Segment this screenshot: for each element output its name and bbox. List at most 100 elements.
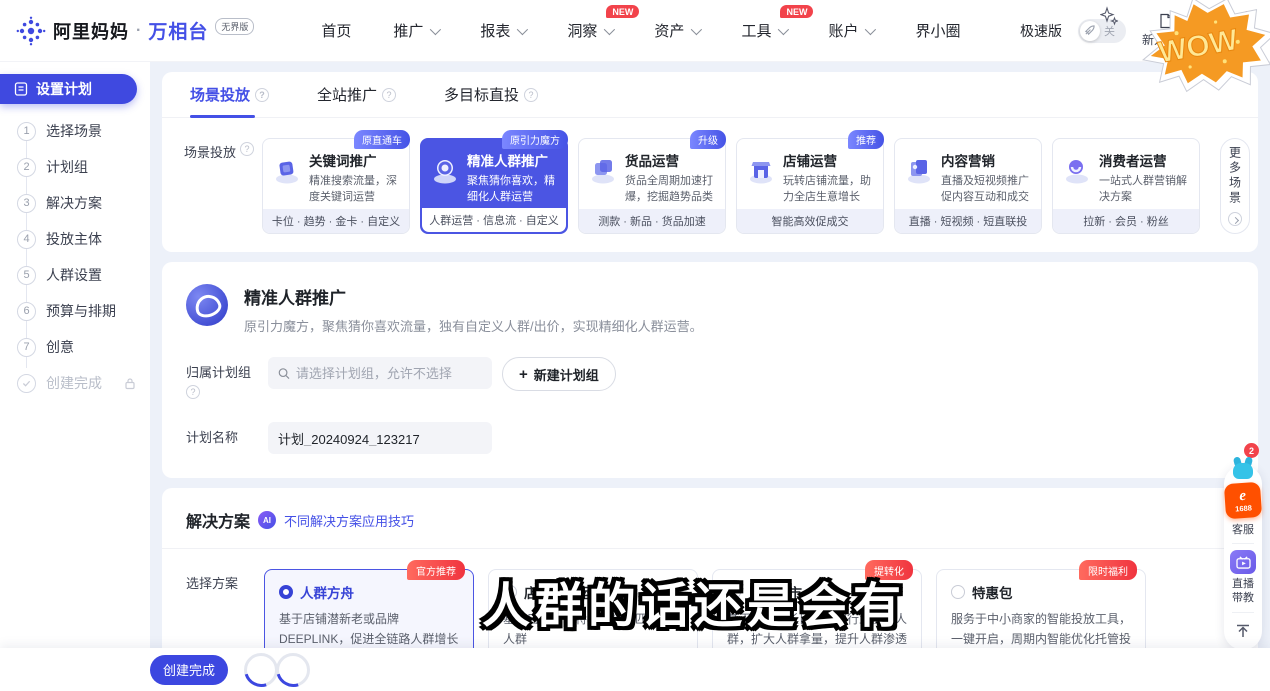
nav-item-account[interactable]: 账户 bbox=[807, 12, 894, 49]
sidebar-header-setup-plan[interactable]: 设置计划 bbox=[0, 74, 137, 104]
nav-item-jiexiaoquan[interactable]: 界小圈 bbox=[894, 12, 981, 49]
help-icon[interactable]: ? bbox=[382, 88, 396, 102]
chevron-down-icon bbox=[778, 23, 789, 34]
scene-card-audience[interactable]: 原引力魔方 精准人群推广聚焦猜你喜欢，精细化人群运营 人群运营 · 信息流 · … bbox=[420, 138, 568, 234]
plan-name-row: 计划名称 bbox=[186, 422, 1234, 454]
mail-icon bbox=[1222, 13, 1238, 29]
scene-tags: 测款 · 新品 · 货品加速 bbox=[579, 209, 725, 233]
solution-title: 解决方案 bbox=[186, 508, 250, 532]
tab-scene-launch[interactable]: 场景投放? bbox=[190, 72, 269, 117]
scene-badge: 推荐 bbox=[848, 130, 884, 149]
scene-card-shop[interactable]: 推荐 店铺运营玩转店铺流量，助力全店生意增长 智能高效促成交 bbox=[736, 138, 884, 234]
scene-badge: 原直通车 bbox=[354, 130, 410, 149]
step-select-scene[interactable]: 1选择场景 bbox=[17, 120, 150, 142]
radio-unselected[interactable] bbox=[951, 585, 965, 599]
new-plan-group-button[interactable]: + 新建计划组 bbox=[502, 357, 616, 391]
scene-card-consumer[interactable]: 消费者运营一站式人群营销解决方案 拉新 · 会员 · 粉丝 bbox=[1052, 138, 1200, 234]
tab-multi-goal[interactable]: 多目标直投? bbox=[444, 72, 538, 117]
scene-icon bbox=[1061, 154, 1093, 186]
progress-ring bbox=[276, 653, 310, 687]
scene-tags: 拉新 · 会员 · 粉丝 bbox=[1053, 209, 1199, 233]
scene-icon bbox=[745, 154, 777, 186]
progress-ring bbox=[244, 653, 278, 687]
nav-item-assets[interactable]: 资产 bbox=[633, 12, 720, 49]
nav-item-promotion[interactable]: 推广 bbox=[372, 12, 459, 49]
chevron-down-icon bbox=[691, 23, 702, 34]
mascot-icon[interactable]: 2 bbox=[1231, 459, 1255, 481]
scene-icon bbox=[587, 154, 619, 186]
brand-1688-service-button[interactable]: e 1688 bbox=[1224, 482, 1262, 519]
scene-tags: 人群运营 · 信息流 · 自定义 bbox=[422, 208, 566, 232]
step-budget[interactable]: 6预算与排期 bbox=[17, 300, 150, 322]
scene-icon bbox=[271, 154, 303, 186]
solution-tips-link[interactable]: 不同解决方案应用技巧 bbox=[284, 511, 414, 530]
chevron-down-icon bbox=[865, 23, 876, 34]
scene-card-goods[interactable]: 升级 货品运营货品全周期加速打爆，挖掘趋势品类 测款 · 新品 · 货品加速 bbox=[578, 138, 726, 234]
chevron-right-circle-icon bbox=[1228, 212, 1242, 226]
notification-dot bbox=[1244, 11, 1250, 17]
radio-selected[interactable] bbox=[279, 585, 293, 599]
plan-name-label: 计划名称 bbox=[186, 422, 268, 447]
live-teaching-label[interactable]: 直播带教 bbox=[1231, 577, 1255, 606]
document-icon bbox=[1158, 13, 1174, 29]
rocket-icon bbox=[1084, 25, 1095, 36]
bottom-action-bar: 创建完成 bbox=[0, 648, 1270, 691]
top-navbar: 阿里妈妈 · 万相台 无界版 首页 推广 报表 洞察NEW 资产 工具NEW 账… bbox=[0, 0, 1270, 62]
limited-benefit-badge: 限时福利 bbox=[1079, 560, 1137, 580]
plan-doc-icon bbox=[14, 82, 28, 96]
sparkle-icon bbox=[1100, 6, 1118, 26]
customer-service-label[interactable]: 客服 bbox=[1232, 521, 1254, 537]
scene-badge: 升级 bbox=[690, 130, 726, 149]
scene-card-content[interactable]: 内容营销直播及短视频推广促内容互动和成交 直播 · 短视频 · 短直联投 bbox=[894, 138, 1042, 234]
brand-name: 阿里妈妈 bbox=[53, 18, 129, 44]
scene-badge: 原引力魔方 bbox=[502, 130, 568, 149]
live-teaching-button[interactable] bbox=[1230, 550, 1256, 574]
plan-name-box[interactable] bbox=[268, 422, 492, 454]
help-icon[interactable]: ? bbox=[524, 88, 538, 102]
floating-helper-bar: 2 e 1688 客服 直播带教 bbox=[1224, 465, 1262, 650]
nav-item-reports[interactable]: 报表 bbox=[459, 12, 546, 49]
message-count-badge: 2 bbox=[1244, 443, 1259, 458]
edition-badge: 无界版 bbox=[215, 18, 254, 35]
back-to-top-button[interactable] bbox=[1235, 623, 1251, 644]
nav-item-tools[interactable]: 工具NEW bbox=[720, 12, 807, 49]
newbie-manual-button[interactable]: 新人手册 bbox=[1142, 13, 1190, 48]
step-plan-group[interactable]: 2计划组 bbox=[17, 156, 150, 178]
scene-icon bbox=[429, 154, 461, 186]
divider bbox=[1232, 543, 1254, 544]
step-complete: 创建完成 bbox=[17, 372, 150, 394]
speed-mode-label: 极速版 bbox=[1020, 21, 1062, 41]
plan-group-select[interactable] bbox=[268, 357, 492, 389]
plan-steps: 1选择场景 2计划组 3解决方案 4投放主体 5人群设置 6预算与排期 7创意 … bbox=[17, 120, 150, 394]
scene-card-list: 原直通车 关键词推广精准搜索流量，深度关键词运营 卡位 · 趋势 · 金卡 · … bbox=[262, 138, 1250, 234]
live-tv-icon bbox=[1236, 556, 1251, 569]
scene-row-label: 场景投放? bbox=[184, 138, 262, 234]
nav-item-insight[interactable]: 洞察NEW bbox=[546, 12, 633, 49]
create-complete-button[interactable]: 创建完成 bbox=[150, 655, 228, 685]
search-icon bbox=[278, 367, 290, 380]
tab-sitewide[interactable]: 全站推广? bbox=[317, 72, 396, 117]
detail-desc: 原引力魔方，聚焦猜你喜欢流量，独有自定义人群/出价，实现精细化人群运营。 bbox=[244, 316, 703, 335]
official-recommend-badge: 官方推荐 bbox=[407, 560, 465, 580]
message-center-button[interactable]: 消息中心 bbox=[1206, 13, 1254, 48]
help-icon[interactable]: ? bbox=[240, 142, 254, 156]
scene-tags: 直播 · 短视频 · 短直联投 bbox=[895, 209, 1041, 233]
step-solution[interactable]: 3解决方案 bbox=[17, 192, 150, 214]
more-scenes-button[interactable]: 更多场景 bbox=[1220, 138, 1250, 234]
plan-name-input[interactable] bbox=[278, 431, 482, 446]
scene-card-keyword[interactable]: 原直通车 关键词推广精准搜索流量，深度关键词运营 卡位 · 趋势 · 金卡 · … bbox=[262, 138, 410, 234]
step-audience[interactable]: 5人群设置 bbox=[17, 264, 150, 286]
chevron-down-icon bbox=[430, 23, 441, 34]
plan-group-input[interactable] bbox=[296, 366, 482, 381]
plan-group-label: 归属计划组 ? bbox=[186, 357, 268, 400]
step-creative[interactable]: 7创意 bbox=[17, 336, 150, 358]
nav-item-home[interactable]: 首页 bbox=[300, 12, 372, 49]
plan-detail-panel: 精准人群推广 原引力魔方，聚焦猜你喜欢流量，独有自定义人群/出价，实现精细化人群… bbox=[162, 262, 1258, 478]
step-target[interactable]: 4投放主体 bbox=[17, 228, 150, 250]
navbar-right: 极速版 关 新人手册 消息中心 bbox=[1020, 13, 1254, 48]
arrow-up-icon bbox=[1235, 623, 1251, 639]
brand-logo[interactable]: 阿里妈妈 · 万相台 无界版 bbox=[16, 16, 254, 46]
help-icon[interactable]: ? bbox=[255, 88, 269, 102]
product-name: 万相台 bbox=[148, 17, 208, 44]
help-icon[interactable]: ? bbox=[186, 385, 200, 399]
